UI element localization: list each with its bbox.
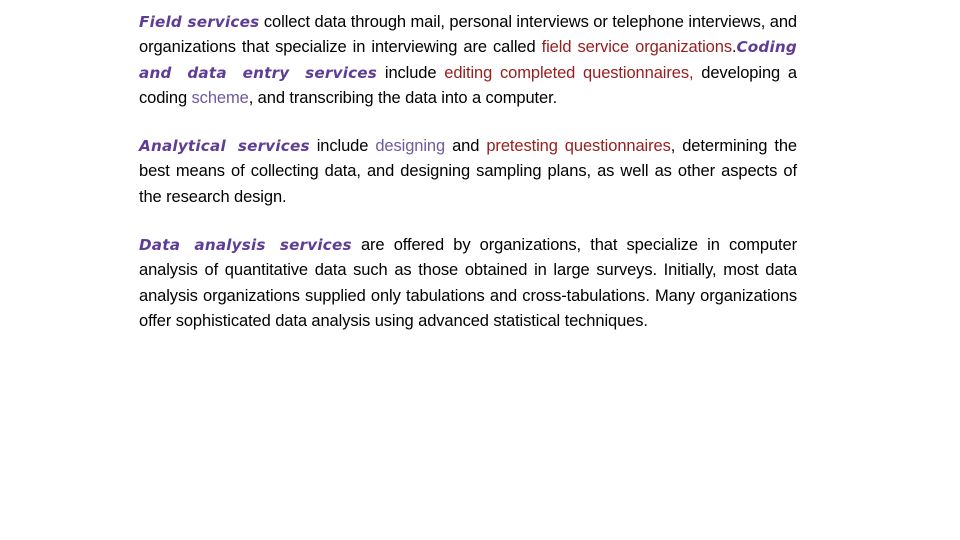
slide-text-block: Field services collect data through mail… xyxy=(139,10,797,334)
body-text-p1-e: , and transcribing the data into a compu… xyxy=(248,88,558,107)
slide-canvas: Field services collect data through mail… xyxy=(0,0,960,540)
term-analytical-services: Analytical services xyxy=(139,137,310,156)
body-text-p2-b: and xyxy=(445,137,487,156)
emphasis-designing: designing xyxy=(375,137,446,156)
body-text-p1-c: include xyxy=(377,63,445,82)
paragraph-field-services: Field services collect data through mail… xyxy=(139,10,797,111)
paragraph-data-analysis-services: Data analysis services are offered by or… xyxy=(139,233,797,334)
emphasis-editing-completed-questionnaires: editing completed questionnaires xyxy=(444,63,689,82)
emphasis-scheme: scheme xyxy=(191,88,249,107)
paragraph-analytical-services: Analytical services include designing an… xyxy=(139,134,797,210)
term-data-analysis-services: Data analysis services xyxy=(139,236,352,255)
emphasis-pretesting-questionnaires: pretesting questionnaires xyxy=(486,137,671,156)
emphasis-field-service-organizations: field service organizations xyxy=(541,38,732,57)
term-field-services: Field services xyxy=(139,13,260,31)
body-text-p2-a: include xyxy=(309,137,376,156)
